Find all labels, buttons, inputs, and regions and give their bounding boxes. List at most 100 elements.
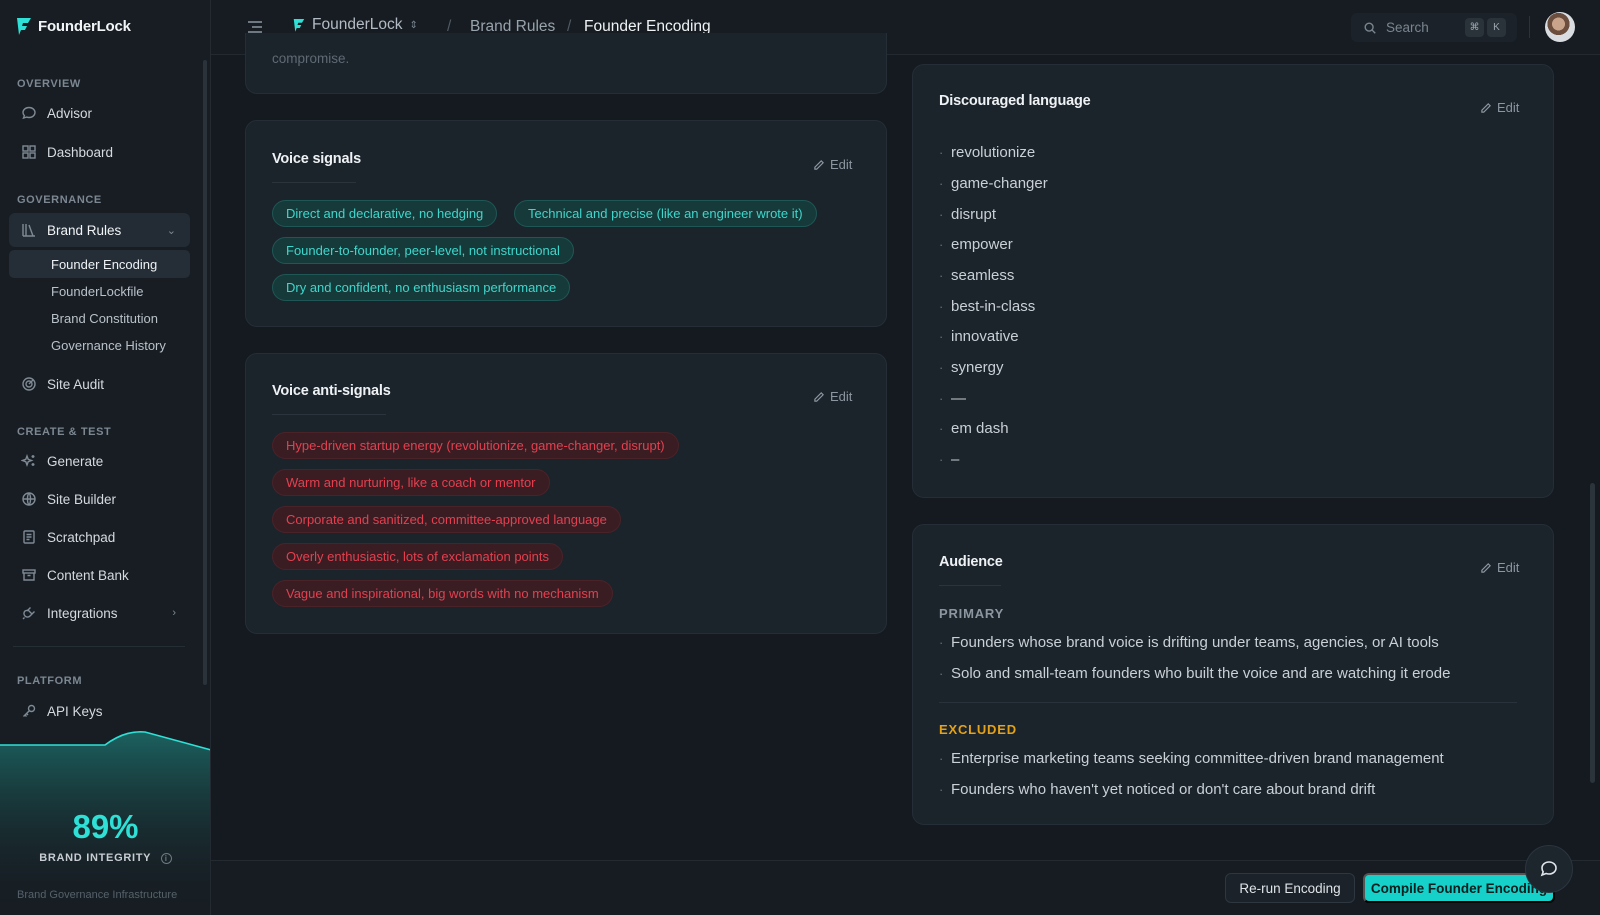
title-underline <box>939 585 1001 586</box>
info-icon[interactable]: i <box>160 853 172 864</box>
card-title: Audience <box>939 554 1003 570</box>
discouraged-word: · — <box>939 390 966 407</box>
sparkle-icon <box>21 453 37 469</box>
sidebar-item-label: Content Bank <box>47 567 129 583</box>
sidebar-item-label: Advisor <box>47 105 93 121</box>
pencil-icon <box>814 159 824 170</box>
audience-primary-item: · Solo and small-team founders who built … <box>939 665 1451 682</box>
card-discouraged-language: Discouraged language Edit · revolutionize… <box>912 64 1554 498</box>
app-logo[interactable]: FounderLock <box>16 17 131 35</box>
sidebar-divider <box>13 646 185 647</box>
sidebar-item-label: Site Builder <box>47 491 117 507</box>
edit-button[interactable]: Edit <box>813 389 852 404</box>
library-icon <box>21 222 37 238</box>
audience-excluded-label: EXCLUDED <box>939 722 1017 737</box>
discouraged-word: · best-in-class <box>939 298 1036 315</box>
search-placeholder: Search <box>1386 20 1429 35</box>
section-platform: PLATFORM <box>17 675 83 687</box>
audience-primary-label: PRIMARY <box>939 606 1005 621</box>
main-scrollbar[interactable] <box>1590 483 1595 783</box>
chat-icon <box>21 105 37 121</box>
voice-signal-chip: Direct and declarative, no hedging <box>272 200 498 227</box>
audience-primary-item: · Founders whose brand voice is drifting … <box>939 634 1439 651</box>
voice-anti-signal-chip: Warm and nurturing, like a coach or ment… <box>272 469 550 496</box>
search-icon <box>1364 21 1376 34</box>
sidebar-item-label: Integrations <box>47 605 118 621</box>
sidebar-item-brand-rules[interactable]: Brand Rules ⌄ <box>9 213 190 247</box>
edit-button[interactable]: Edit <box>1480 100 1519 115</box>
sidebar-item-founderlockfile[interactable]: FounderLockfile <box>9 277 190 305</box>
chat-fab[interactable] <box>1525 845 1573 893</box>
chevron-down-icon[interactable]: ⌄ <box>167 224 176 237</box>
card-title: Discouraged language <box>939 93 1091 109</box>
title-underline <box>272 182 356 183</box>
voice-signal-chip: Founder-to-founder, peer-level, not inst… <box>272 237 574 264</box>
search-input[interactable]: Search ⌘ K <box>1351 13 1517 42</box>
audience-divider <box>939 702 1517 703</box>
sidebar-item-api-keys[interactable]: API Keys <box>9 694 190 728</box>
plug-icon <box>21 605 37 621</box>
voice-anti-signal-chip: Overly enthusiastic, lots of exclamation… <box>272 543 564 570</box>
voice-anti-signal-chip: Hype-driven startup energy (revolutioniz… <box>272 432 679 459</box>
globe-icon <box>21 491 37 507</box>
grid-icon <box>21 144 37 160</box>
avatar[interactable] <box>1545 12 1575 42</box>
card-voice-anti-signals: Voice anti-signals Edit Hype-driven star… <box>245 353 887 634</box>
topbar-divider <box>1529 16 1530 38</box>
sidebar-item-site-audit[interactable]: Site Audit <box>9 367 190 401</box>
discouraged-word: · innovative <box>939 328 1019 345</box>
pencil-icon <box>1481 102 1491 113</box>
partial-text: compromise. <box>272 51 350 66</box>
sidebar-item-scratchpad[interactable]: Scratchpad <box>9 520 190 554</box>
title-underline <box>272 414 386 415</box>
pencil-icon <box>814 391 824 402</box>
kbd-k: K <box>1487 18 1506 37</box>
discouraged-word: · synergy <box>939 359 1004 376</box>
notepad-icon <box>21 529 37 545</box>
edit-button[interactable]: Edit <box>1480 560 1519 575</box>
founderlock-logo-icon <box>293 19 305 32</box>
sidebar-item-label: Site Audit <box>47 376 105 392</box>
discouraged-word: · disrupt <box>939 206 997 223</box>
brand-integrity-value: 89% <box>72 808 139 845</box>
archive-icon <box>21 567 37 583</box>
card-audience: Audience Edit PRIMARY · Founders whose br… <box>912 524 1554 825</box>
sidebar-item-dashboard[interactable]: Dashboard <box>9 135 190 169</box>
sidebar-item-label: Generate <box>47 453 104 469</box>
sidebar-item-label: Dashboard <box>47 144 114 160</box>
key-icon <box>21 703 37 719</box>
brand-integrity-label: BRAND INTEGRITY i <box>0 852 210 864</box>
app-name: FounderLock <box>38 17 131 35</box>
radar-icon <box>21 376 37 392</box>
sidebar-item-label: Brand Rules <box>47 222 122 238</box>
pencil-icon <box>1481 562 1491 573</box>
founderlock-logo-icon <box>17 18 31 35</box>
card-voice-signals: Voice signals Edit Direct and declarativ… <box>245 120 887 327</box>
discouraged-word: · em dash <box>939 420 1009 437</box>
sidebar-item-generate[interactable]: Generate <box>9 444 190 478</box>
sidebar-item-governance-history[interactable]: Governance History <box>9 331 190 359</box>
sidebar: FounderLock OVERVIEW Advisor Dashboard G… <box>0 0 211 915</box>
kbd-command: ⌘ <box>1465 18 1484 37</box>
sidebar-item-content-bank[interactable]: Content Bank <box>9 558 190 592</box>
discouraged-word: · seamless <box>939 267 1015 284</box>
sidebar-item-advisor[interactable]: Advisor <box>9 96 190 130</box>
sidebar-item-brand-constitution[interactable]: Brand Constitution <box>9 304 190 332</box>
chevron-right-icon[interactable]: › <box>172 607 176 619</box>
sidebar-item-integrations[interactable]: Integrations › <box>9 596 190 630</box>
sidebar-item-founder-encoding[interactable]: Founder Encoding <box>9 250 190 278</box>
edit-button[interactable]: Edit <box>813 157 852 172</box>
card-partial: compromise. <box>245 33 887 94</box>
sidebar-scrollbar[interactable] <box>203 60 207 685</box>
sidebar-item-site-builder[interactable]: Site Builder <box>9 482 190 516</box>
voice-anti-signal-chip: Corporate and sanitized, committee-appro… <box>272 506 621 533</box>
discouraged-word: · empower <box>939 236 1013 253</box>
chat-bubble-icon <box>1540 861 1557 877</box>
rerun-encoding-button[interactable]: Re-run Encoding <box>1225 873 1355 903</box>
section-governance: GOVERNANCE <box>17 194 102 206</box>
workspace-switcher[interactable]: FounderLock ⇕ <box>293 16 418 34</box>
voice-signal-chip: Technical and precise (like an engineer … <box>514 200 817 227</box>
discouraged-word: · revolutionize <box>939 144 1036 161</box>
discouraged-word: · game-changer <box>939 175 1048 192</box>
chevron-updown-icon: ⇕ <box>409 19 418 31</box>
